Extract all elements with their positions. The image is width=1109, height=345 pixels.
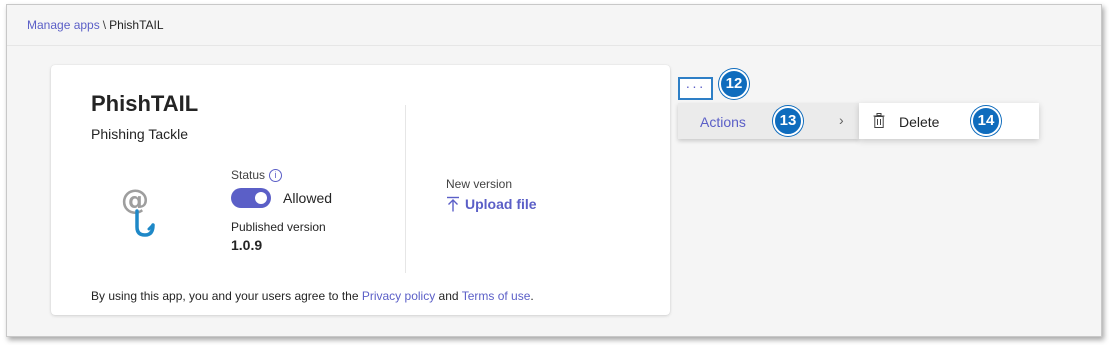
footer-and: and: [438, 289, 459, 303]
published-version-value: 1.0.9: [231, 237, 263, 253]
footer-prefix: By using this app, you and your users ag…: [91, 289, 359, 303]
menu-item-actions[interactable]: Actions: [700, 114, 746, 130]
breadcrumb: Manage apps \ PhishTAIL: [27, 18, 164, 32]
breadcrumb-manage-apps-link[interactable]: Manage apps: [27, 18, 100, 32]
app-window: Manage apps \ PhishTAIL PhishTAIL Phishing…: [6, 4, 1102, 337]
callout-badge-13: 13: [773, 106, 803, 136]
breadcrumb-separator: \: [102, 18, 107, 32]
menu-item-delete[interactable]: Delete: [859, 103, 1039, 139]
app-publisher: Phishing Tackle: [91, 126, 189, 142]
upload-file-button[interactable]: Upload file: [446, 196, 537, 212]
app-title: PhishTAIL: [91, 91, 199, 116]
callout-badge-12: 12: [719, 69, 749, 99]
header-divider: [7, 45, 1101, 46]
terms-footer: By using this app, you and your users ag…: [91, 289, 534, 303]
upload-file-label: Upload file: [465, 196, 537, 212]
breadcrumb-current: PhishTAIL: [109, 18, 164, 32]
at-sign-fishhook-icon: @: [119, 179, 163, 239]
footer-suffix: .: [530, 289, 534, 303]
chevron-right-icon: ›: [839, 112, 844, 128]
new-version-label: New version: [446, 177, 513, 191]
app-details-card: PhishTAIL Phishing Tackle @ Status i All…: [51, 65, 670, 315]
trash-icon: [873, 113, 885, 133]
status-toggle-label: Allowed: [283, 190, 333, 206]
terms-of-use-link[interactable]: Terms of use: [462, 289, 531, 303]
card-divider: [405, 105, 406, 273]
published-version-label: Published version: [231, 220, 326, 234]
status-label-text: Status: [231, 168, 266, 182]
status-toggle[interactable]: [231, 188, 271, 208]
more-options-menu: Actions ›: [678, 103, 859, 139]
privacy-policy-link[interactable]: Privacy policy: [362, 289, 435, 303]
callout-badge-14: 14: [971, 106, 1001, 136]
more-options-button[interactable]: ···: [678, 77, 713, 100]
status-label: Status i: [231, 168, 283, 182]
info-icon[interactable]: i: [269, 168, 283, 182]
delete-label: Delete: [899, 114, 940, 130]
svg-text:@: @: [121, 183, 149, 216]
toggle-knob: [255, 192, 267, 204]
upload-arrow-icon: [446, 196, 460, 212]
